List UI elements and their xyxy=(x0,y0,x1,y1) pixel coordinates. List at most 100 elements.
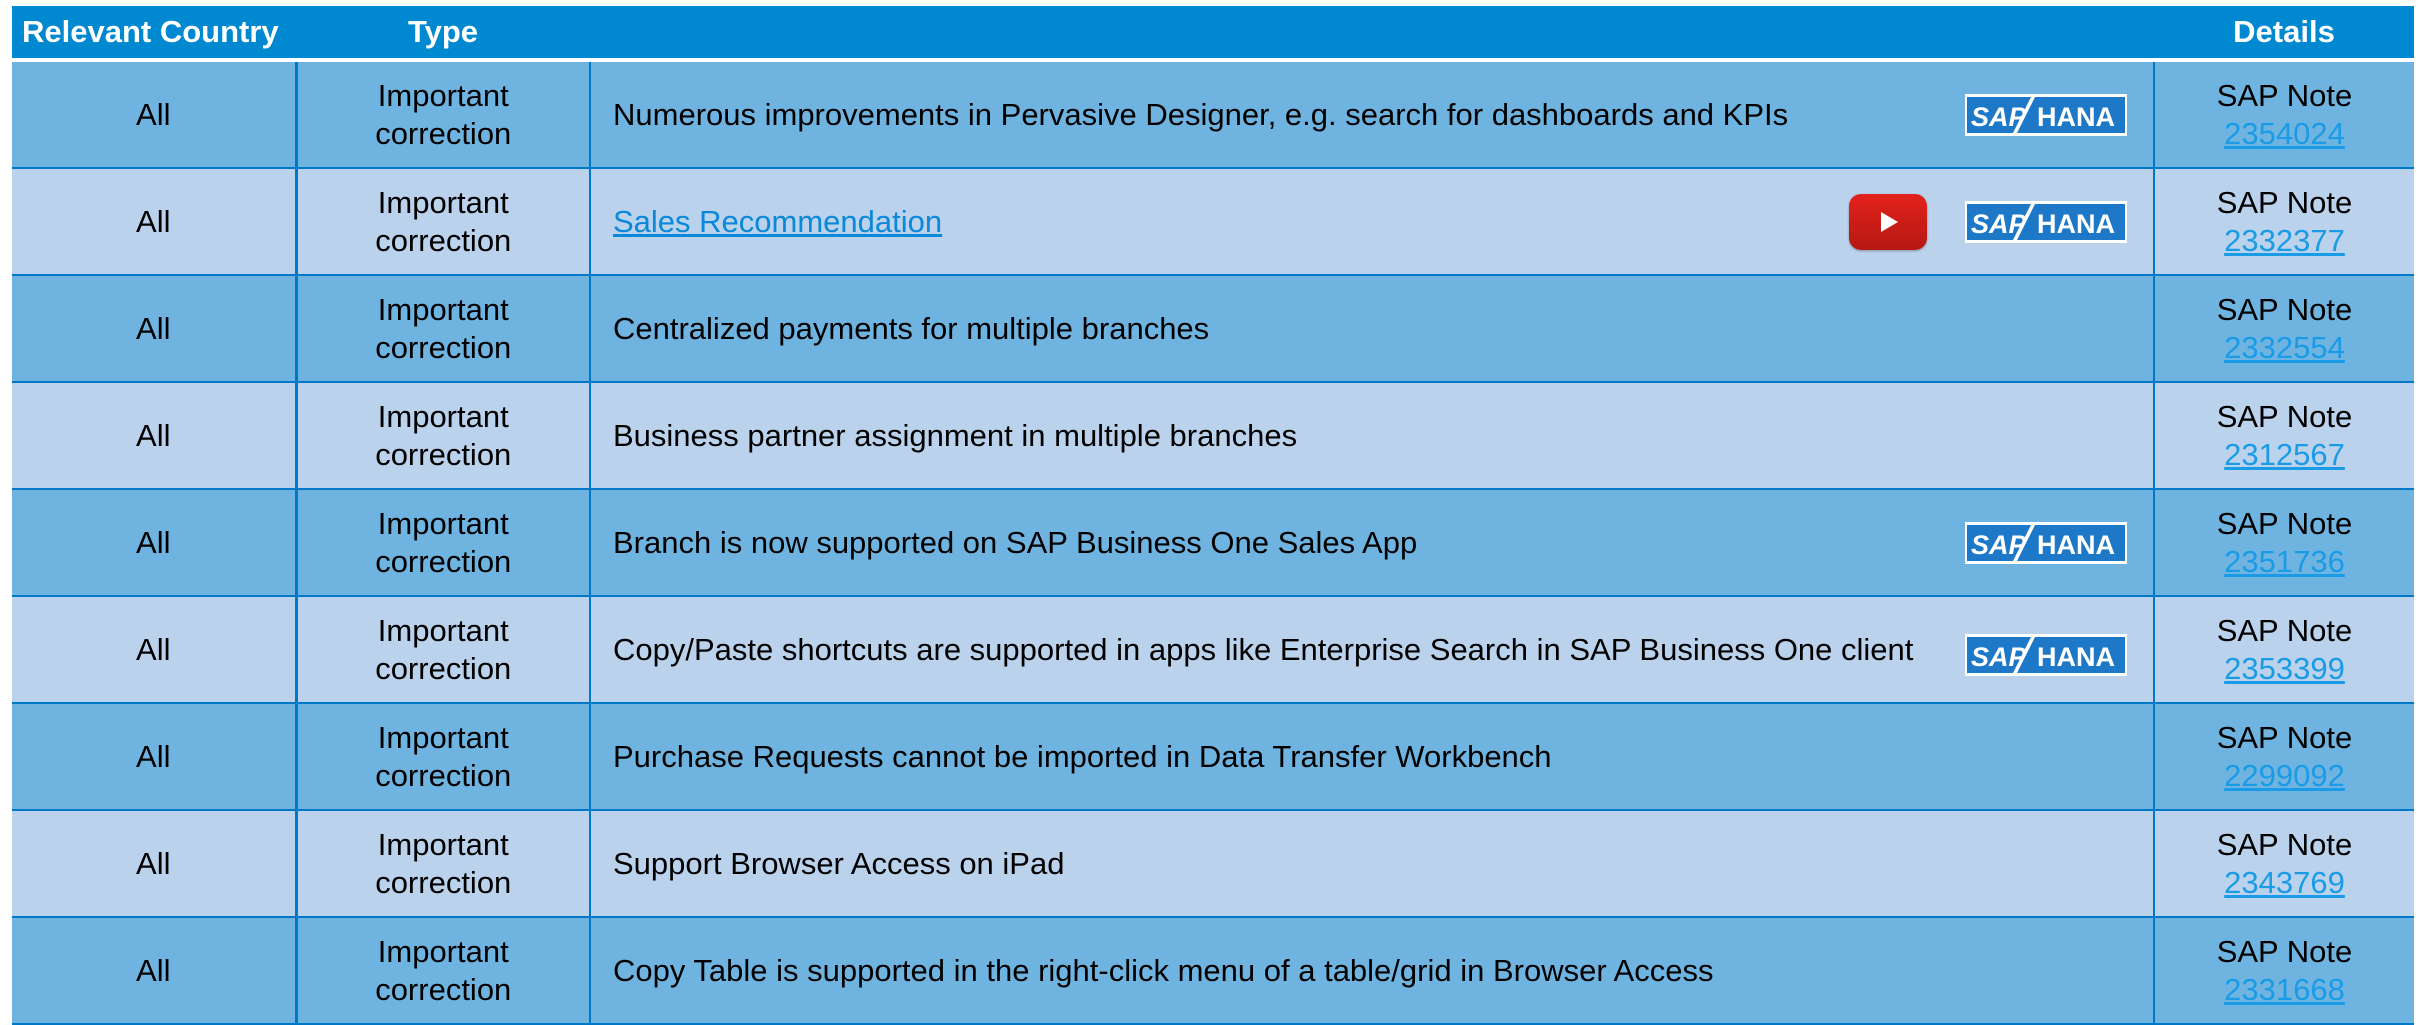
type-line-2: correction xyxy=(375,864,512,900)
sap-note-link[interactable]: 2351736 xyxy=(2224,544,2345,579)
sap-hana-logo: SAP HANA xyxy=(1965,93,2127,136)
type-line-2: correction xyxy=(375,650,512,686)
description-cell: Purchase Requests cannot be imported in … xyxy=(590,703,2155,811)
country-cell: All xyxy=(12,703,298,811)
details-cell: SAP Note 2331668 xyxy=(2154,917,2414,1025)
country-cell: All xyxy=(12,382,298,490)
sap-hana-logo: SAP HANA xyxy=(1965,633,2127,676)
table-header-row: Relevant Country Type Details xyxy=(12,6,2414,62)
country-cell: All xyxy=(12,60,298,169)
description-cell: Business partner assignment in multiple … xyxy=(590,382,2155,490)
type-line-1: Important xyxy=(377,398,509,434)
type-line-1: Important xyxy=(377,719,509,755)
sap-note-link[interactable]: 2312567 xyxy=(2224,437,2345,472)
details-cell: SAP Note 2353399 xyxy=(2154,596,2414,704)
table-row: All Important correction Numerous improv… xyxy=(12,60,2414,169)
svg-text:SAP: SAP xyxy=(1971,102,2028,132)
table-row: All Important correction Copy Table is s… xyxy=(12,917,2414,1025)
type-cell: Important correction xyxy=(296,917,591,1025)
description-cell: Centralized payments for multiple branch… xyxy=(590,275,2155,383)
details-cell: SAP Note 2351736 xyxy=(2154,489,2414,597)
type-cell: Important correction xyxy=(296,60,591,169)
sap-note-label: SAP Note xyxy=(2216,398,2353,434)
sap-note-link[interactable]: 2343769 xyxy=(2224,865,2345,900)
description-text: Copy/Paste shortcuts are supported in ap… xyxy=(613,631,1914,667)
description-cell: Sales Recommendation SAP HANA xyxy=(590,168,2155,276)
type-line-2: correction xyxy=(375,543,512,579)
corrections-table: Relevant Country Type Details All Import… xyxy=(12,6,2414,1025)
country-cell: All xyxy=(12,275,298,383)
country-cell: All xyxy=(12,810,298,918)
details-cell: SAP Note 2332554 xyxy=(2154,275,2414,383)
type-line-1: Important xyxy=(377,612,509,648)
type-line-1: Important xyxy=(377,933,509,969)
type-line-2: correction xyxy=(375,971,512,1007)
type-line-2: correction xyxy=(375,222,512,258)
table-row: All Important correction Support Browser… xyxy=(12,810,2414,918)
sap-note-label: SAP Note xyxy=(2216,184,2353,220)
type-cell: Important correction xyxy=(296,168,591,276)
type-line-2: correction xyxy=(375,329,512,365)
type-line-2: correction xyxy=(375,757,512,793)
sap-hana-logo: SAP HANA xyxy=(1965,200,2127,243)
header-type: Type xyxy=(296,6,590,62)
description-cell: Copy/Paste shortcuts are supported in ap… xyxy=(590,596,2155,704)
type-line-2: correction xyxy=(375,115,512,151)
description-cell: Branch is now supported on SAP Business … xyxy=(590,489,2155,597)
youtube-play-icon[interactable] xyxy=(1849,193,1927,250)
description-text: Copy Table is supported in the right-cli… xyxy=(613,952,1714,988)
description-text: Centralized payments for multiple branch… xyxy=(613,310,1210,346)
header-details: Details xyxy=(2154,6,2414,62)
sap-note-link[interactable]: 2332377 xyxy=(2224,223,2345,258)
type-line-1: Important xyxy=(377,184,509,220)
sap-note-link[interactable]: 2353399 xyxy=(2224,651,2345,686)
type-cell: Important correction xyxy=(296,596,591,704)
sap-note-label: SAP Note xyxy=(2216,826,2353,862)
country-cell: All xyxy=(12,917,298,1025)
svg-text:HANA: HANA xyxy=(2037,642,2115,672)
sap-note-link[interactable]: 2332554 xyxy=(2224,330,2345,365)
country-cell: All xyxy=(12,489,298,597)
svg-text:HANA: HANA xyxy=(2037,530,2115,560)
table-row: All Important correction Branch is now s… xyxy=(12,489,2414,597)
sap-note-link[interactable]: 2299092 xyxy=(2224,758,2345,793)
description-cell: Support Browser Access on iPad xyxy=(590,810,2155,918)
description-text: Branch is now supported on SAP Business … xyxy=(613,524,1418,560)
type-line-1: Important xyxy=(377,291,509,327)
details-cell: SAP Note 2354024 xyxy=(2154,60,2414,169)
details-cell: SAP Note 2299092 xyxy=(2154,703,2414,811)
sales-recommendation-link[interactable]: Sales Recommendation xyxy=(613,204,942,240)
sap-note-label: SAP Note xyxy=(2216,505,2353,541)
country-cell: All xyxy=(12,596,298,704)
svg-text:HANA: HANA xyxy=(2037,209,2115,239)
type-line-2: correction xyxy=(375,436,512,472)
country-cell: All xyxy=(12,168,298,276)
type-line-1: Important xyxy=(377,505,509,541)
sap-note-link[interactable]: 2331668 xyxy=(2224,972,2345,1007)
details-cell: SAP Note 2332377 xyxy=(2154,168,2414,276)
description-cell: Copy Table is supported in the right-cli… xyxy=(590,917,2155,1025)
table-row: All Important correction Sales Recommend… xyxy=(12,168,2414,276)
type-cell: Important correction xyxy=(296,382,591,490)
description-cell: Numerous improvements in Pervasive Desig… xyxy=(590,60,2155,169)
header-description xyxy=(590,6,2154,62)
table-row: All Important correction Copy/Paste shor… xyxy=(12,596,2414,704)
type-cell: Important correction xyxy=(296,810,591,918)
sap-note-link[interactable]: 2354024 xyxy=(2224,116,2345,151)
table-row: All Important correction Business partne… xyxy=(12,382,2414,490)
table-row: All Important correction Purchase Reques… xyxy=(12,703,2414,811)
description-text: Numerous improvements in Pervasive Desig… xyxy=(613,96,1789,132)
type-cell: Important correction xyxy=(296,703,591,811)
description-text: Business partner assignment in multiple … xyxy=(613,417,1298,453)
sap-note-label: SAP Note xyxy=(2216,612,2353,648)
description-text: Support Browser Access on iPad xyxy=(613,845,1065,881)
table-row: All Important correction Centralized pay… xyxy=(12,275,2414,383)
type-line-1: Important xyxy=(377,826,509,862)
type-cell: Important correction xyxy=(296,275,591,383)
sap-note-label: SAP Note xyxy=(2216,77,2353,113)
sap-note-label: SAP Note xyxy=(2216,933,2353,969)
type-cell: Important correction xyxy=(296,489,591,597)
sap-hana-logo: SAP HANA xyxy=(1965,521,2127,564)
details-cell: SAP Note 2343769 xyxy=(2154,810,2414,918)
details-cell: SAP Note 2312567 xyxy=(2154,382,2414,490)
